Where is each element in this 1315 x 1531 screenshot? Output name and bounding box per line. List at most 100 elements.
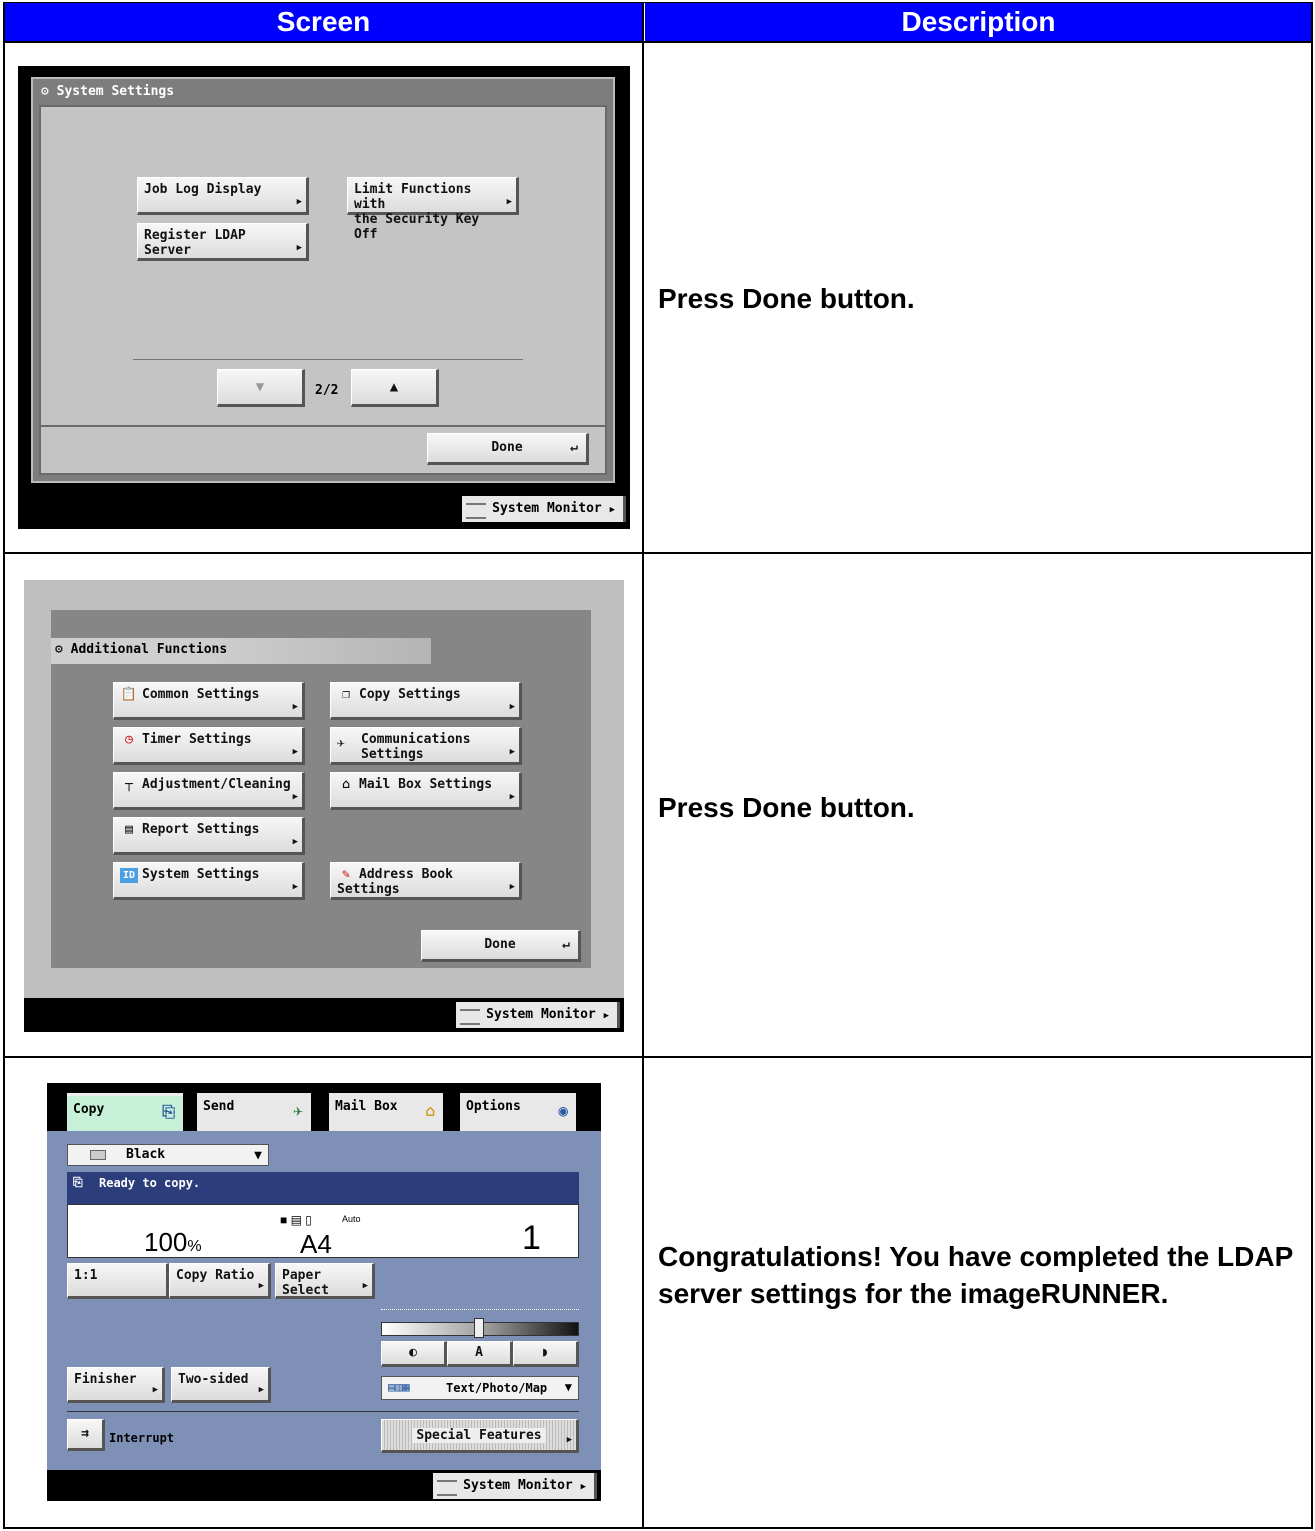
- density-auto-button[interactable]: A: [447, 1341, 513, 1367]
- limit-functions-button[interactable]: Limit Functions with the Security Key Of…: [347, 177, 519, 242]
- color-mode-dropdown[interactable]: Black ▼: [67, 1144, 269, 1166]
- page-down-button[interactable]: ▼: [217, 369, 305, 407]
- done-button[interactable]: Done ↵: [421, 930, 581, 962]
- copy-tab-icon: ⎘: [162, 1102, 175, 1121]
- system-settings-screen: ⚙ System Settings Job Log Display ▶ Limit…: [18, 66, 630, 529]
- lighter-button[interactable]: ◐: [381, 1341, 447, 1367]
- address-book-settings-button[interactable]: ✎ Address Book Settings ▶: [330, 862, 522, 900]
- adjustment-cleaning-button[interactable]: ┬ Adjustment/Cleaning ▶: [113, 772, 305, 810]
- arrow-right-icon: ▶: [509, 792, 515, 802]
- id-icon: ID: [120, 868, 138, 883]
- done-button[interactable]: Done ↵: [427, 433, 589, 465]
- arrow-right-icon: ▶: [152, 1385, 158, 1395]
- ratio-1to1-button[interactable]: 1:1: [67, 1263, 169, 1299]
- density-scale: [381, 1309, 579, 1317]
- window-title: ⚙ Additional Functions: [55, 642, 228, 657]
- settings-window: ⚙ System Settings Job Log Display ▶ Limit…: [31, 77, 615, 483]
- paper-auto: Auto: [342, 1214, 361, 1224]
- copy-ratio-button[interactable]: Copy Ratio ▶: [169, 1263, 271, 1299]
- row1-description: Press Done button.: [658, 283, 915, 314]
- system-settings-button[interactable]: ID System Settings ▶: [113, 862, 305, 900]
- table-border-bottom: [3, 1527, 1313, 1529]
- system-monitor-icon: [460, 1009, 481, 1025]
- status-bar: ⎘ Ready to copy.: [67, 1172, 579, 1204]
- tab-copy[interactable]: Copy ⎘: [67, 1093, 183, 1133]
- system-monitor-icon: [466, 503, 487, 519]
- two-sided-button[interactable]: Two-sided ▶: [171, 1367, 271, 1403]
- divider: [133, 359, 523, 360]
- arrow-right-icon: ▶: [362, 1281, 368, 1291]
- slider-handle[interactable]: [474, 1318, 484, 1338]
- divider: [67, 1411, 579, 1412]
- arrow-right-icon: ▶: [296, 243, 302, 253]
- copy-settings-button[interactable]: ❐ Copy Settings ▶: [330, 682, 522, 720]
- send-icon: ✈: [337, 736, 345, 751]
- job-log-display-button[interactable]: Job Log Display ▶: [137, 177, 309, 215]
- finisher-button[interactable]: Finisher ▶: [67, 1367, 165, 1403]
- arrow-right-icon: ▶: [506, 197, 512, 207]
- enter-icon: ↵: [562, 937, 570, 952]
- settings-gear-icon: ⚙: [41, 84, 49, 99]
- density-slider[interactable]: [381, 1318, 579, 1338]
- tab-send[interactable]: Send ✈: [197, 1093, 311, 1131]
- row3-description: Congratulations! You have completed the …: [658, 1241, 1293, 1309]
- header-screen: Screen: [4, 3, 643, 41]
- arrow-right-icon: ▶: [258, 1385, 264, 1395]
- copy-screen: Copy ⎘ Send ✈ Mail Box ⌂ Options ◉ Black…: [47, 1083, 601, 1501]
- image-mode-icons: ▤▥▦: [388, 1380, 410, 1394]
- row2-description: Press Done button.: [658, 792, 915, 823]
- functions-window: ⚙ Additional Functions 📋 Common Settings ▶…: [24, 580, 624, 998]
- tab-mailbox[interactable]: Mail Box ⌂: [329, 1093, 443, 1131]
- arrow-right-icon: ▶: [258, 1281, 264, 1291]
- arrow-right-icon: ▶: [296, 197, 302, 207]
- arrow-right-icon: ▶: [292, 882, 298, 892]
- color-mode-icon: [90, 1150, 106, 1160]
- register-ldap-server-button[interactable]: Register LDAP Server ▶: [137, 223, 309, 261]
- image-mode-dropdown[interactable]: ▤▥▦ Text/Photo/Map ▼: [381, 1376, 579, 1400]
- options-tab-icon: ◉: [558, 1101, 568, 1120]
- arrow-right-icon: ▶: [292, 702, 298, 712]
- arrow-down-icon: ▼: [255, 379, 265, 395]
- additional-functions-screen: ⚙ Additional Functions 📋 Common Settings ▶…: [24, 580, 624, 1032]
- table-border-top: [3, 2, 1313, 3]
- interrupt-button[interactable]: ⇉: [67, 1419, 105, 1451]
- enter-icon: ↵: [570, 440, 578, 455]
- mailbox-icon: ⌂: [342, 777, 350, 792]
- page-up-button[interactable]: ▲: [351, 369, 439, 407]
- copy-icon: ❐: [342, 687, 350, 702]
- tab-options[interactable]: Options ◉: [460, 1093, 576, 1131]
- mail-box-settings-button[interactable]: ⌂ Mail Box Settings ▶: [330, 772, 522, 810]
- arrow-right-icon: ▶: [509, 882, 515, 892]
- adjustment-icon: ┬: [125, 777, 133, 792]
- arrow-right-icon: ▶: [509, 702, 515, 712]
- system-monitor-button[interactable]: System Monitor ▶: [456, 1002, 620, 1028]
- table-border-row2: [3, 1056, 1313, 1058]
- table-border-mid: [642, 2, 644, 1529]
- table-border-left: [3, 2, 5, 1529]
- copies-count: 1: [522, 1219, 541, 1257]
- arrow-right-icon: ▶: [509, 747, 515, 757]
- ratio-value: 100%: [144, 1227, 202, 1257]
- arrow-right-icon: ▶: [292, 792, 298, 802]
- special-features-button[interactable]: Special Features ▶: [381, 1419, 579, 1453]
- darker-icon: ◗: [541, 1345, 549, 1360]
- table-border-row1: [3, 552, 1313, 554]
- common-settings-button[interactable]: 📋 Common Settings ▶: [113, 682, 305, 720]
- report-settings-button[interactable]: ▤ Report Settings ▶: [113, 817, 305, 855]
- paper-select-button[interactable]: Paper Select ▶: [275, 1263, 375, 1299]
- copy-body: Black ▼ ⎘ Ready to copy. 100% ■ ▤ ▯ Auto…: [47, 1131, 601, 1470]
- system-monitor-icon: [437, 1480, 458, 1496]
- system-monitor-button[interactable]: System Monitor ▶: [433, 1473, 597, 1499]
- timer-settings-button[interactable]: ◷ Timer Settings ▶: [113, 727, 305, 765]
- darker-button[interactable]: ◗: [513, 1341, 579, 1367]
- arrow-up-icon: ▲: [389, 379, 399, 395]
- paper-size: A4: [300, 1229, 332, 1259]
- clipboard-icon: 📋: [120, 687, 138, 702]
- arrow-right-icon: ▶: [566, 1435, 572, 1445]
- communications-settings-button[interactable]: ✈ Communications Settings ▶: [330, 727, 522, 765]
- page-indicator: 2/2: [315, 383, 339, 398]
- system-monitor-button[interactable]: System Monitor ▶: [462, 496, 626, 522]
- paper-icons: ■ ▤ ▯: [280, 1213, 312, 1227]
- window-title: ⚙ System Settings: [41, 84, 175, 99]
- interrupt-icon: ⇉: [81, 1426, 89, 1441]
